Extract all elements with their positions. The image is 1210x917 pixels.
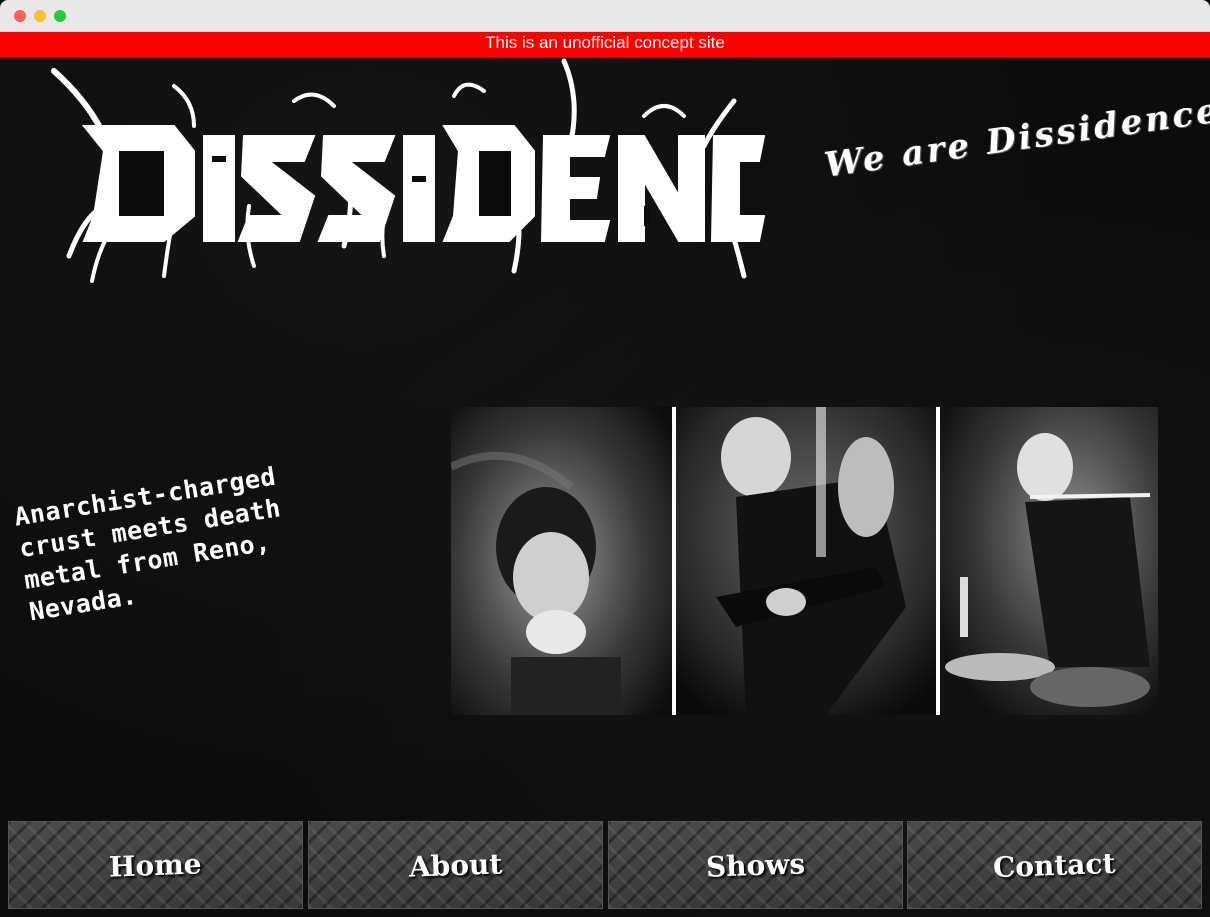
- photo-panel-drummer: [940, 407, 1158, 715]
- page: This is an unofficial concept site We ar…: [0, 32, 1210, 917]
- band-logo-image: [51, 58, 766, 283]
- nav-about-label: About: [408, 847, 503, 884]
- close-window-button[interactable]: [14, 10, 26, 22]
- zoom-window-button[interactable]: [54, 10, 66, 22]
- nav-shows-button[interactable]: Shows: [608, 821, 903, 909]
- tagline: We are Dissidence.: [822, 88, 1210, 186]
- nav-contact-button[interactable]: Contact: [907, 821, 1202, 909]
- nav-home-button[interactable]: Home: [8, 821, 303, 909]
- nav-contact-label: Contact: [992, 846, 1117, 885]
- nav-about-button[interactable]: About: [308, 821, 603, 909]
- window-titlebar: [0, 0, 1210, 32]
- band-logo: [44, 56, 774, 286]
- photo-panel-guitarist: [676, 407, 936, 715]
- nav-shows-label: Shows: [705, 847, 806, 884]
- unofficial-site-banner: This is an unofficial concept site: [0, 32, 1210, 57]
- band-live-photo: [451, 407, 1158, 715]
- nav-home-label: Home: [108, 847, 203, 884]
- photo-panel-vocalist: [451, 407, 672, 715]
- minimize-window-button[interactable]: [34, 10, 46, 22]
- main-nav: Home About Shows Contact: [8, 821, 1202, 909]
- band-description: Anarchist-charged crust meets death meta…: [12, 461, 283, 627]
